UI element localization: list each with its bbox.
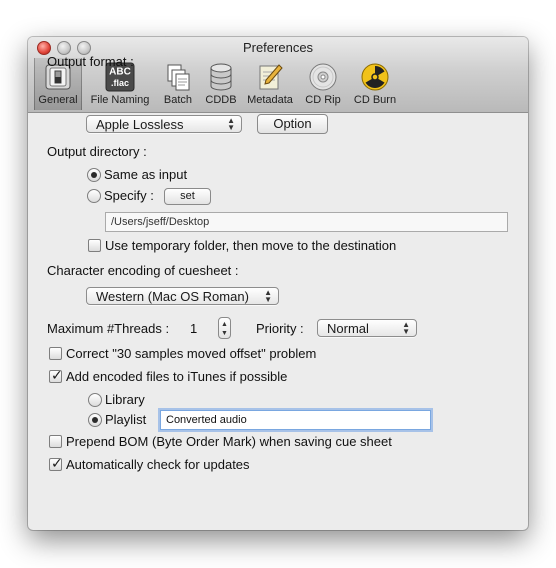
max-threads-value[interactable]: 1	[190, 321, 197, 336]
priority-value: Normal	[327, 321, 369, 336]
tab-metadata[interactable]: Metadata	[243, 58, 297, 110]
max-threads-stepper[interactable]: ▲ ▼	[218, 317, 231, 339]
checkmark-icon: ✓	[51, 455, 63, 471]
prepend-bom-checkbox[interactable]	[49, 435, 62, 448]
tab-metadata-label: Metadata	[247, 94, 293, 106]
tab-cd-rip-label: CD Rip	[305, 94, 341, 106]
playlist-radio[interactable]	[88, 413, 102, 427]
database-icon	[210, 63, 232, 91]
output-format-label: Output format :	[47, 54, 134, 69]
temp-folder-checkbox[interactable]	[88, 239, 101, 252]
updown-arrows-icon: ▲ ▼	[402, 320, 410, 336]
cuesheet-encoding-select[interactable]: Western (Mac OS Roman) ▲ ▼	[86, 287, 279, 305]
output-directory-label: Output directory :	[47, 144, 147, 159]
general-pane: Output format : Apple Lossless ▲ ▼ Option…	[28, 54, 528, 530]
playlist-name-field[interactable]: Converted audio	[160, 410, 431, 430]
correct-offset-label: Correct "30 samples moved offset" proble…	[66, 346, 317, 361]
title-bar: Preferences General ABC .flac File Namin…	[28, 37, 528, 113]
tab-batch[interactable]: Batch	[158, 58, 198, 110]
specify-radio[interactable]	[87, 189, 101, 203]
cuesheet-encoding-value: Western (Mac OS Roman)	[96, 289, 249, 304]
directory-path-field[interactable]: /Users/jseff/Desktop	[105, 212, 508, 232]
max-threads-label: Maximum #Threads :	[47, 321, 170, 336]
same-as-input-radio[interactable]	[87, 168, 101, 182]
cd-disc-icon	[309, 63, 337, 91]
checkmark-icon: ✓	[51, 367, 63, 383]
tab-cd-rip[interactable]: CD Rip	[302, 58, 344, 110]
library-label: Library	[105, 392, 145, 407]
updown-arrows-icon: ▲ ▼	[264, 288, 272, 304]
batch-documents-icon	[167, 64, 190, 91]
playlist-label: Playlist	[105, 412, 147, 427]
tab-cddb[interactable]: CDDB	[202, 58, 240, 110]
tab-batch-label: Batch	[163, 94, 193, 106]
correct-offset-checkbox[interactable]	[49, 347, 62, 360]
option-button[interactable]: Option	[257, 114, 328, 134]
tab-general-label: General	[38, 94, 78, 106]
auto-update-checkbox[interactable]: ✓	[49, 455, 63, 471]
same-as-input-label: Same as input	[104, 167, 188, 182]
tab-cd-burn[interactable]: CD Burn	[350, 58, 400, 110]
pencil-notepad-icon	[259, 64, 283, 90]
flac-icon-text: .flac	[111, 78, 129, 88]
output-format-select[interactable]: Apple Lossless ▲ ▼	[86, 115, 242, 133]
preferences-window: Preferences General ABC .flac File Namin…	[28, 37, 528, 530]
prepend-bom-label: Prepend BOM (Byte Order Mark) when savin…	[66, 434, 392, 449]
library-radio[interactable]	[88, 393, 102, 407]
tab-cd-burn-label: CD Burn	[353, 94, 397, 106]
tab-file-naming-label: File Naming	[90, 94, 150, 106]
set-button[interactable]: set	[164, 188, 211, 205]
add-itunes-checkbox[interactable]: ✓	[49, 367, 63, 383]
stepper-up-icon[interactable]: ▲	[219, 321, 230, 328]
stepper-down-icon[interactable]: ▼	[219, 330, 230, 337]
output-format-value: Apple Lossless	[96, 117, 184, 132]
priority-label: Priority :	[256, 321, 304, 336]
cuesheet-encoding-label: Character encoding of cuesheet :	[47, 263, 239, 278]
temp-folder-label: Use temporary folder, then move to the d…	[105, 238, 397, 253]
add-itunes-label: Add encoded files to iTunes if possible	[66, 369, 288, 384]
window-title: Preferences	[242, 40, 314, 55]
specify-label: Specify :	[104, 188, 154, 203]
updown-arrows-icon: ▲ ▼	[227, 116, 235, 132]
priority-select[interactable]: Normal ▲ ▼	[317, 319, 417, 337]
auto-update-label: Automatically check for updates	[66, 457, 250, 472]
radiation-icon	[361, 63, 389, 91]
tab-cddb-label: CDDB	[205, 94, 237, 106]
